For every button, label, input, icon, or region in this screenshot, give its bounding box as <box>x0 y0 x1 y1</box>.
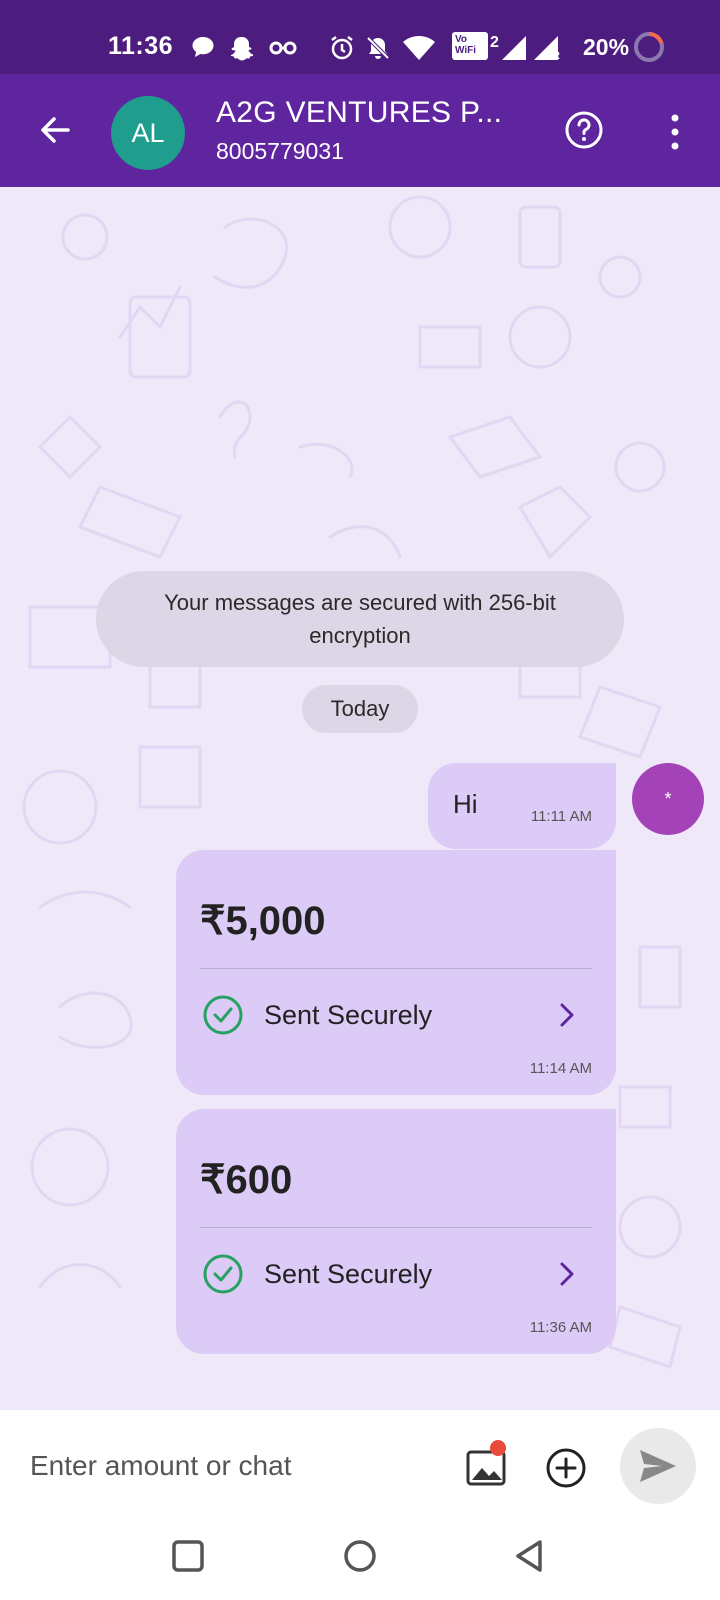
snapchat-icon <box>231 37 253 61</box>
chevron-right-icon[interactable] <box>554 1000 580 1030</box>
payment-card[interactable]: ₹5,000 Sent Securely 11:14 AM <box>176 850 616 1095</box>
chat-notification-icon <box>192 37 214 57</box>
chat-header: AL A2G VENTURES P... 8005779031 <box>0 74 720 187</box>
back-arrow-icon[interactable] <box>34 108 78 152</box>
nav-back-icon[interactable] <box>510 1536 550 1576</box>
more-options-icon[interactable] <box>660 110 690 154</box>
sent-message-bubble[interactable]: Hi 11:11 AM <box>428 763 616 849</box>
send-icon <box>640 1450 676 1482</box>
wifi-icon <box>403 36 435 60</box>
chat-input[interactable] <box>30 1438 430 1494</box>
check-circle-icon <box>203 1254 243 1294</box>
battery-percent: 20% <box>583 34 630 60</box>
home-icon[interactable] <box>340 1536 380 1576</box>
payment-amount: ₹600 <box>200 1158 293 1202</box>
payment-card[interactable]: ₹600 Sent Securely 11:36 AM <box>176 1109 616 1354</box>
payment-time: 11:36 AM <box>529 1319 592 1336</box>
contact-phone: 8005779031 <box>216 138 344 164</box>
status-bar: 11:36 Vo WiFi 2 R 20% <box>0 0 720 74</box>
vowifi-icon: Vo WiFi <box>452 32 488 60</box>
payment-status: Sent Securely <box>264 1259 433 1289</box>
status-time: 11:36 <box>108 32 174 60</box>
message-time: 11:11 AM <box>530 808 592 825</box>
roaming-indicator: R <box>552 50 560 62</box>
self-avatar: * <box>632 763 704 835</box>
incognito-icon <box>269 41 297 55</box>
check-circle-icon <box>203 995 243 1035</box>
payment-time: 11:14 AM <box>529 1060 592 1077</box>
encryption-notice: Your messages are secured with 256-bit e… <box>96 571 624 667</box>
send-button[interactable] <box>620 1428 696 1504</box>
recent-apps-icon[interactable] <box>168 1536 208 1576</box>
payment-divider <box>200 1227 592 1228</box>
notification-dot <box>490 1440 506 1456</box>
message-text: Hi <box>453 789 478 819</box>
system-nav-bar <box>0 1522 720 1600</box>
contact-avatar[interactable]: AL <box>111 96 185 170</box>
sim-number: 2 <box>490 34 499 51</box>
notifications-off-icon <box>366 36 390 60</box>
payment-amount: ₹5,000 <box>200 899 326 943</box>
chevron-right-icon[interactable] <box>554 1259 580 1289</box>
battery-icon <box>634 31 664 62</box>
payment-status: Sent Securely <box>264 1000 433 1030</box>
alarm-icon <box>331 36 353 60</box>
message-input-bar <box>0 1410 720 1522</box>
signal-icon <box>502 36 526 60</box>
add-circle-icon[interactable] <box>544 1446 588 1490</box>
chat-area[interactable]: Your messages are secured with 256-bit e… <box>0 187 720 1410</box>
payment-divider <box>200 968 592 969</box>
date-separator: Today <box>302 685 418 733</box>
contact-name[interactable]: A2G VENTURES P... <box>216 96 526 130</box>
help-icon[interactable] <box>564 110 604 150</box>
